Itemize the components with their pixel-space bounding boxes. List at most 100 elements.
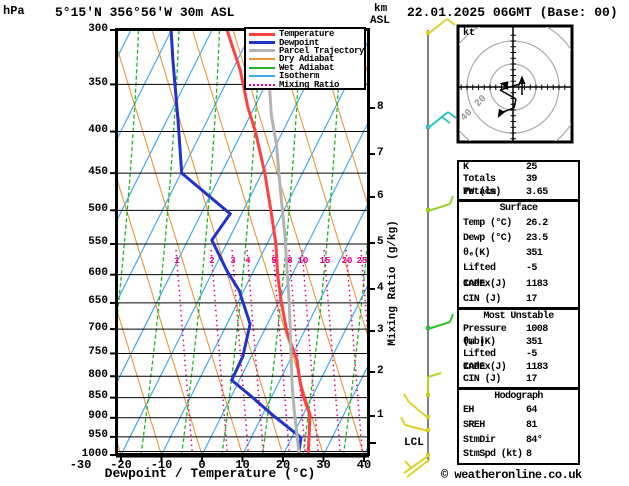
panel-row-label: Pressure (mb) bbox=[463, 324, 507, 348]
legend: Temperature Dewpoint Parcel Trajectory Dry … bbox=[244, 27, 366, 90]
temp-tick-label: -10 bbox=[150, 458, 173, 472]
panel-row-value: 17 bbox=[526, 293, 537, 305]
mixing-ratio-value-label: 4 bbox=[245, 256, 251, 266]
panel-row: SREH 81 bbox=[459, 419, 578, 434]
pressure-tick-label: 700 bbox=[88, 321, 108, 334]
legend-swatch-wet-adiabat bbox=[249, 66, 275, 69]
hodograph-unit-label: kt bbox=[463, 28, 476, 39]
temp-tick-label: 0 bbox=[198, 458, 206, 472]
pressure-tick-label: 950 bbox=[88, 429, 108, 442]
panel-header: Hodograph bbox=[494, 391, 543, 402]
footer-credit: © weatheronline.co.uk bbox=[441, 468, 582, 482]
panel-row-value: 39 bbox=[526, 174, 537, 186]
panel-row-value: 81 bbox=[526, 419, 537, 431]
panel-row-value: -5 bbox=[526, 263, 537, 275]
pressure-tick-label: 800 bbox=[88, 368, 108, 381]
panel-row-label: SREH bbox=[463, 419, 485, 431]
wind-barb bbox=[426, 372, 442, 397]
km-tick-label: 6 bbox=[377, 190, 384, 202]
panel-row-value: 17 bbox=[526, 374, 537, 386]
datetime-title: 22.01.2025 06GMT (Base: 00) bbox=[407, 5, 618, 20]
panel-row-value: -5 bbox=[526, 349, 537, 361]
panel-row: Pressure (mb) 1008 bbox=[459, 324, 578, 348]
panel-row-label: StmSpd (kt) bbox=[463, 449, 523, 461]
pressure-tick-label: 900 bbox=[88, 410, 108, 423]
panel-row-value: 1183 bbox=[526, 361, 548, 373]
panel-row-label: CIN (J) bbox=[463, 374, 501, 386]
pressure-tick-label: 550 bbox=[88, 236, 108, 249]
km-tick-label: 1 bbox=[377, 409, 384, 421]
pressure-tick-label: 450 bbox=[88, 165, 108, 178]
legend-label: Mixing Ratio bbox=[279, 79, 340, 90]
legend-swatch-mixing-ratio bbox=[249, 83, 275, 86]
km-tick-label: 2 bbox=[377, 365, 384, 377]
panel-row-label: θₑ(K) bbox=[463, 248, 491, 260]
panel-header: Most Unstable bbox=[483, 311, 554, 322]
pressure-tick-label: 300 bbox=[88, 22, 108, 35]
temp-tick-label: 20 bbox=[275, 458, 291, 472]
panel-row-value: 64 bbox=[526, 405, 537, 416]
wind-barb bbox=[400, 416, 430, 432]
panel-row-label: CIN (J) bbox=[463, 293, 501, 305]
mixing-ratio-value-label: 2 bbox=[209, 256, 215, 266]
km-tick-label: 7 bbox=[377, 147, 384, 159]
mixing-ratio-value-label: 10 bbox=[297, 256, 309, 266]
panel-row-label: PW (cm) bbox=[463, 186, 501, 198]
panel-row: Lifted Index -5 bbox=[459, 261, 578, 290]
altitude-unit-asl: ASL bbox=[370, 15, 390, 27]
pressure-unit-label: hPa bbox=[3, 4, 25, 18]
panel-row-value: 26.2 bbox=[526, 218, 548, 229]
panel-row-label: θₑ (K) bbox=[463, 336, 496, 348]
pressure-tick-label: 850 bbox=[88, 390, 108, 403]
legend-swatch-dry-adiabat bbox=[249, 58, 275, 61]
panel-row: Lifted Index -5 bbox=[459, 349, 578, 373]
panel-row-value: 25 bbox=[526, 162, 537, 173]
mixing-ratio-value-label: 25 bbox=[356, 256, 368, 266]
temp-tick-label: 30 bbox=[316, 458, 331, 472]
pressure-tick-label: 650 bbox=[88, 295, 108, 308]
wind-barb bbox=[426, 18, 456, 35]
lcl-label: LCL bbox=[404, 437, 424, 449]
panel-row: StmSpd (kt) 8 bbox=[459, 448, 578, 463]
panel-row-label: EH bbox=[463, 405, 474, 416]
panel-row-label: CAPE (J) bbox=[463, 361, 507, 373]
panel-row-value: 1008 bbox=[526, 324, 548, 335]
altitude-unit-km: km bbox=[374, 3, 388, 15]
pressure-tick-label: 350 bbox=[88, 76, 108, 89]
mixing-ratio-axis-label: Mixing Ratio (g/kg) bbox=[387, 220, 399, 346]
legend-swatch-temperature bbox=[249, 32, 275, 36]
mixing-ratio-value-label: 1 bbox=[174, 256, 180, 266]
panel-row-value: 8 bbox=[526, 449, 532, 461]
panel-box-indices: K 25 Totals Totals 39 PW (cm) 3.65 bbox=[457, 160, 580, 201]
panel-row-value: 351 bbox=[526, 248, 543, 260]
pressure-tick-label: 400 bbox=[88, 124, 108, 137]
km-tick-label: 5 bbox=[377, 236, 384, 248]
panel-box-surface: Surface Temp (°C) 26.2 Dewp (°C) 23.5 θₑ(K) 35… bbox=[457, 200, 580, 309]
km-tick-label: 8 bbox=[377, 101, 384, 113]
pressure-tick-label: 500 bbox=[88, 202, 108, 215]
temp-tick-label: 10 bbox=[235, 458, 250, 472]
wind-barb bbox=[426, 111, 457, 129]
km-tick-label: 4 bbox=[377, 282, 384, 294]
pressure-tick-label: 600 bbox=[88, 267, 108, 280]
wind-barb bbox=[403, 393, 430, 419]
station-title: 5°15'N 356°56'W 30m ASL bbox=[55, 5, 235, 20]
panel-row: K 25 bbox=[459, 162, 578, 174]
legend-swatch-isotherm bbox=[249, 75, 275, 78]
temp-tick-label: -20 bbox=[110, 458, 132, 472]
panel-box-most-unstable: Most Unstable Pressure (mb) 1008 θₑ (K) 351 L… bbox=[457, 308, 580, 389]
panel-row: StmDir 84° bbox=[459, 434, 578, 449]
panel-row-label: Lifted Index bbox=[463, 263, 496, 290]
panel-row: CAPE (J) 1183 bbox=[459, 362, 578, 375]
temp-tick-label: 40 bbox=[356, 458, 372, 472]
panel-row-value: 351 bbox=[526, 336, 543, 348]
panel-row: Temp (°C) 26.2 bbox=[459, 216, 578, 231]
panel-row: CIN (J) 17 bbox=[459, 292, 578, 307]
panel-box-hodograph: Hodograph EH 64 SREH 81 StmDir 84° StmSpd (kt) 8 bbox=[457, 388, 580, 465]
panel-row: θₑ (K) 351 bbox=[459, 337, 578, 350]
panel-row: Dewp (°C) 23.5 bbox=[459, 231, 578, 246]
panel-row-label: StmDir bbox=[463, 434, 496, 446]
panel-row: CAPE (J) 1183 bbox=[459, 277, 578, 292]
panel-row-value: 23.5 bbox=[526, 233, 548, 245]
panel-row-label: Temp (°C) bbox=[463, 218, 512, 229]
